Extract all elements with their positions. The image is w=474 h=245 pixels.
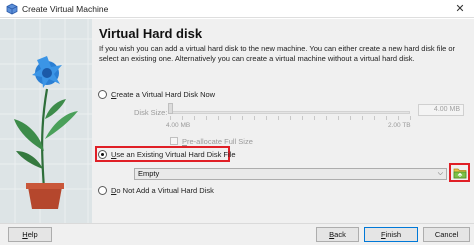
radio-use-existing-disk-label: Use an Existing Virtual Hard Disk File [111, 149, 236, 159]
checkbox-indicator[interactable] [170, 137, 178, 145]
page-description: If you wish you can add a virtual hard d… [99, 44, 456, 63]
disk-size-field[interactable]: 4.00 MB [418, 104, 464, 116]
preallocate-label: Pre-allocate Full Size [182, 136, 253, 146]
radio-no-disk[interactable]: Do Not Add a Virtual Hard Disk [98, 184, 214, 196]
page-title: Virtual Hard disk [99, 26, 203, 41]
help-button[interactable]: Help [8, 227, 52, 242]
radio-use-existing-disk[interactable]: Use an Existing Virtual Hard Disk File [98, 148, 236, 160]
chevron-down-icon: ⌵ [437, 170, 443, 177]
window-title: Create Virtual Machine [22, 4, 109, 14]
disk-size-max-label: 2.00 TB [388, 122, 411, 129]
title-bar: Create Virtual Machine ✕ [0, 0, 474, 18]
existing-disk-value: Empty [138, 169, 160, 178]
radio-create-new-disk[interactable]: Create a Virtual Hard Disk Now [98, 88, 215, 100]
back-button[interactable]: Back [316, 227, 359, 242]
disk-size-min-label: 4.00 MB [166, 122, 191, 129]
radio-create-new-disk-label: Create a Virtual Hard Disk Now [111, 89, 216, 99]
finish-button[interactable]: Finish [364, 227, 418, 242]
close-button[interactable]: ✕ [446, 0, 474, 18]
cancel-button[interactable]: Cancel [423, 227, 470, 242]
button-bar: Help Back Finish Cancel [0, 223, 474, 245]
existing-disk-dropdown[interactable]: Empty ⌵ [134, 168, 447, 180]
disk-size-label: Disk Size: [134, 108, 168, 117]
wizard-page: Virtual Hard disk If you wish you can ad… [0, 19, 474, 223]
radio-indicator[interactable] [98, 89, 107, 99]
choose-disk-file-button[interactable] [452, 166, 468, 180]
close-icon: ✕ [455, 3, 465, 15]
disk-size-slider[interactable] [170, 111, 410, 114]
preallocate-checkbox[interactable]: Pre-allocate Full Size [170, 136, 253, 146]
radio-indicator[interactable] [98, 149, 107, 159]
folder-icon [453, 168, 467, 179]
slider-ticks [170, 116, 411, 120]
flower-illustration [0, 19, 92, 223]
radio-no-disk-label: Do Not Add a Virtual Hard Disk [111, 185, 214, 195]
radio-indicator[interactable] [98, 185, 107, 195]
virtualbox-icon [6, 3, 18, 15]
disk-size-slider-handle[interactable] [168, 103, 173, 114]
